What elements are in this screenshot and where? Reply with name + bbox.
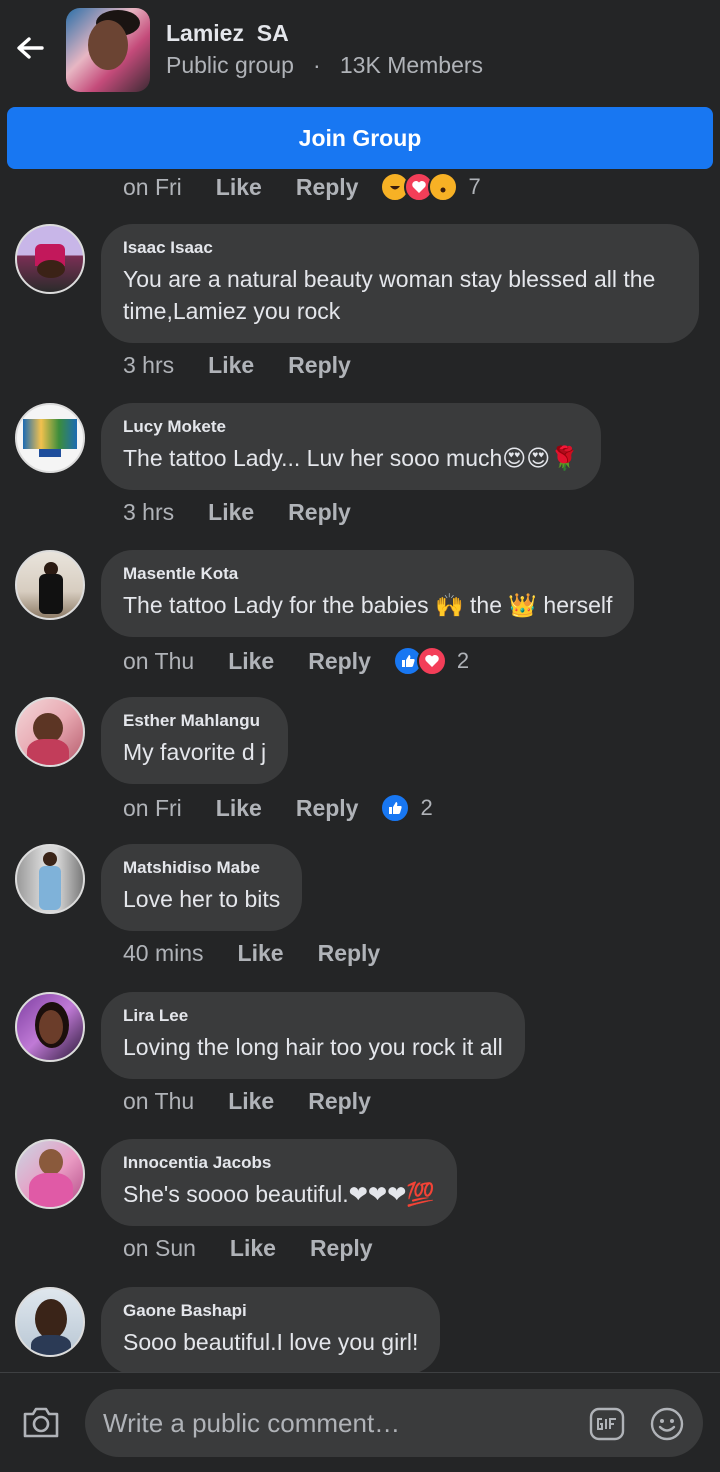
member-count[interactable]: 13K Members xyxy=(340,52,483,78)
comment-text: Love her to bits xyxy=(123,886,281,912)
reaction-summary[interactable]: 7 xyxy=(380,172,481,202)
comment-text: She's soooo beautiful.❤❤❤💯 xyxy=(123,1181,436,1207)
comment-actions: 3 hrs Like Reply xyxy=(123,352,385,379)
group-header: Lamiez SA Public group · 13K Members xyxy=(0,0,720,100)
gif-icon xyxy=(589,1407,625,1441)
comment-time: 40 mins xyxy=(123,940,204,966)
arrow-left-icon xyxy=(17,37,44,59)
comment-bubble[interactable]: Gaone Bashapi Sooo beautiful.I love you … xyxy=(101,1287,441,1372)
reply-action[interactable]: Reply xyxy=(308,648,371,675)
like-action[interactable]: Like xyxy=(228,1088,274,1115)
comment-time: on Fri xyxy=(123,173,182,200)
comment-author[interactable]: Gaone Bashapi xyxy=(123,1301,418,1321)
comment-author[interactable]: Masentle Kota xyxy=(123,564,612,584)
comment-actions: on Sun Like Reply xyxy=(123,1235,407,1262)
comment-actions: on Thu Like Reply xyxy=(123,1088,405,1115)
comment-text: The tattoo Lady for the babies 🙌 the 👑 h… xyxy=(123,592,613,618)
avatar[interactable] xyxy=(15,697,85,767)
reaction-count: 2 xyxy=(420,795,433,820)
comment-bubble[interactable]: Isaac Isaac You are a natural beauty wom… xyxy=(101,224,699,343)
comment-actions: 40 mins Like Reply xyxy=(123,940,414,967)
reply-action[interactable]: Reply xyxy=(318,940,381,967)
comment-text: Sooo beautiful.I love you girl! xyxy=(123,1329,419,1355)
comment-author[interactable]: Isaac Isaac xyxy=(123,238,677,258)
group-avatar[interactable] xyxy=(66,8,150,92)
comment-author[interactable]: Innocentia Jacobs xyxy=(123,1153,435,1173)
comment-actions: on Thu Like Reply 2 xyxy=(123,646,469,676)
comment-time: on Thu xyxy=(123,647,195,674)
comment-text: My favorite d j xyxy=(123,739,267,765)
reaction-summary[interactable]: 2 xyxy=(392,646,470,676)
comment-input[interactable]: Write a public comment… xyxy=(85,1389,703,1457)
gif-button[interactable] xyxy=(589,1407,625,1441)
like-action[interactable]: Like xyxy=(216,795,262,822)
avatar[interactable] xyxy=(15,844,85,914)
reaction-count: 7 xyxy=(468,174,481,199)
comment-placeholder: Write a public comment… xyxy=(103,1408,401,1438)
avatar[interactable] xyxy=(15,550,85,620)
comment-bubble[interactable]: Innocentia Jacobs She's soooo beautiful.… xyxy=(101,1139,458,1226)
emoji-button[interactable] xyxy=(649,1406,685,1442)
avatar[interactable] xyxy=(15,992,85,1062)
reaction-summary[interactable]: 2 xyxy=(380,793,433,823)
comment-author[interactable]: Matshidiso Mabe xyxy=(123,858,280,878)
group-name[interactable]: Lamiez SA xyxy=(166,20,289,47)
avatar[interactable] xyxy=(15,1139,85,1209)
like-reaction-icon xyxy=(380,793,411,823)
comment-time: 3 hrs xyxy=(123,352,175,378)
wow-reaction-icon xyxy=(428,172,459,202)
comment-bubble[interactable]: Masentle Kota The tattoo Lady for the ba… xyxy=(101,550,635,637)
group-meta: Public group · 13K Members xyxy=(166,52,483,79)
avatar[interactable] xyxy=(15,224,85,294)
comment-author[interactable]: Lucy Mokete xyxy=(123,417,579,437)
comment-bubble[interactable]: Lira Lee Loving the long hair too you ro… xyxy=(101,992,525,1079)
comment-text: Loving the long hair too you rock it all xyxy=(123,1034,503,1060)
comment-author[interactable]: Lira Lee xyxy=(123,1006,503,1026)
comment-bubble[interactable]: Matshidiso Mabe Love her to bits xyxy=(101,844,303,931)
comment-actions-partial: on Fri Like Reply 7 xyxy=(123,172,481,202)
join-group-button[interactable]: Join Group xyxy=(7,107,713,169)
camera-icon xyxy=(23,1407,59,1438)
comment-bubble[interactable]: Lucy Mokete The tattoo Lady... Luv her s… xyxy=(101,403,601,490)
comment-time: on Fri xyxy=(123,794,182,821)
reaction-count: 2 xyxy=(456,648,470,673)
comment-text: You are a natural beauty woman stay bles… xyxy=(123,266,656,324)
reply-action[interactable]: Reply xyxy=(288,352,351,379)
comment-text: The tattoo Lady... Luv her sooo much😍😍🌹 xyxy=(123,445,579,471)
group-privacy: Public group xyxy=(166,52,294,78)
avatar[interactable] xyxy=(15,403,85,473)
love-reaction-icon xyxy=(416,646,447,676)
like-action[interactable]: Like xyxy=(208,352,254,379)
comment-bubble[interactable]: Esther Mahlangu My favorite d j xyxy=(101,697,289,784)
camera-button[interactable] xyxy=(22,1405,60,1439)
comment-actions: 3 hrs Like Reply xyxy=(123,499,385,526)
comment-time: 3 hrs xyxy=(123,499,175,525)
like-action[interactable]: Like xyxy=(228,648,274,675)
reply-action[interactable]: Reply xyxy=(296,174,359,201)
comment-author[interactable]: Esther Mahlangu xyxy=(123,711,266,731)
reply-action[interactable]: Reply xyxy=(310,1235,373,1262)
reply-action[interactable]: Reply xyxy=(288,499,351,526)
emoji-smile-icon xyxy=(650,1407,684,1441)
reply-action[interactable]: Reply xyxy=(296,795,359,822)
comment-time: on Thu xyxy=(123,1088,195,1114)
like-action[interactable]: Like xyxy=(216,174,262,201)
like-action[interactable]: Like xyxy=(230,1235,276,1262)
comment-composer: Write a public comment… xyxy=(0,1372,720,1472)
comment-actions: on Fri Like Reply 2 xyxy=(123,793,433,823)
comments-feed[interactable]: on Fri Like Reply 7 Isaac Isaac You are … xyxy=(0,170,720,1372)
like-action[interactable]: Like xyxy=(238,940,284,967)
meta-separator: · xyxy=(313,52,321,78)
back-button[interactable] xyxy=(14,30,46,66)
reply-action[interactable]: Reply xyxy=(308,1088,371,1115)
comment-time: on Sun xyxy=(123,1235,196,1261)
like-action[interactable]: Like xyxy=(208,499,254,526)
avatar[interactable] xyxy=(15,1287,85,1357)
